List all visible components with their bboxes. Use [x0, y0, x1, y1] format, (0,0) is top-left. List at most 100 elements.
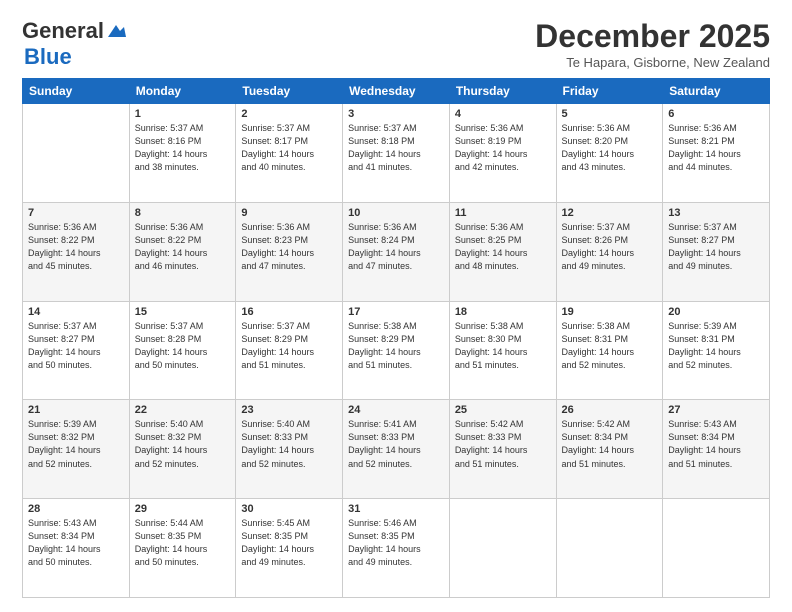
calendar-week-row: 21 Sunrise: 5:39 AM Sunset: 8:32 PM Dayli…: [23, 400, 770, 499]
table-row: 29 Sunrise: 5:44 AM Sunset: 8:35 PM Dayli…: [129, 499, 236, 598]
day-info: Sunrise: 5:36 AM Sunset: 8:23 PM Dayligh…: [241, 221, 337, 273]
table-row: 28 Sunrise: 5:43 AM Sunset: 8:34 PM Dayli…: [23, 499, 130, 598]
day-info: Sunrise: 5:37 AM Sunset: 8:26 PM Dayligh…: [562, 221, 658, 273]
day-info: Sunrise: 5:38 AM Sunset: 8:31 PM Dayligh…: [562, 320, 658, 372]
calendar-body: 1 Sunrise: 5:37 AM Sunset: 8:16 PM Daylig…: [23, 104, 770, 598]
table-row: 9Sunrise: 5:36 AM Sunset: 8:23 PM Daylig…: [236, 202, 343, 301]
table-row: 23Sunrise: 5:40 AM Sunset: 8:33 PM Dayli…: [236, 400, 343, 499]
day-info: Sunrise: 5:37 AM Sunset: 8:27 PM Dayligh…: [28, 320, 124, 372]
day-number: 26: [562, 404, 658, 416]
table-row: 12 Sunrise: 5:37 AM Sunset: 8:26 PM Dayli…: [556, 202, 663, 301]
subtitle: Te Hapara, Gisborne, New Zealand: [535, 55, 770, 70]
day-number: 1: [135, 108, 231, 120]
table-row: [23, 104, 130, 203]
day-info: Sunrise: 5:36 AM Sunset: 8:22 PM Dayligh…: [28, 221, 124, 273]
table-row: 16 Sunrise: 5:37 AM Sunset: 8:29 PM Dayli…: [236, 301, 343, 400]
day-info: Sunrise: 5:37 AM Sunset: 8:17 PM Dayligh…: [241, 122, 337, 174]
table-row: 3 Sunrise: 5:37 AM Sunset: 8:18 PM Daylig…: [343, 104, 450, 203]
table-row: 18Sunrise: 5:38 AM Sunset: 8:30 PM Dayli…: [449, 301, 556, 400]
day-info: Sunrise: 5:46 AM Sunset: 8:35 PM Dayligh…: [348, 517, 444, 569]
table-row: 4 Sunrise: 5:36 AM Sunset: 8:19 PM Daylig…: [449, 104, 556, 203]
day-number: 22: [135, 404, 231, 416]
day-info: Sunrise: 5:36 AM Sunset: 8:21 PM Dayligh…: [668, 122, 764, 174]
table-row: 25 Sunrise: 5:42 AM Sunset: 8:33 PM Dayli…: [449, 400, 556, 499]
table-row: 11 Sunrise: 5:36 AM Sunset: 8:25 PM Dayli…: [449, 202, 556, 301]
day-number: 31: [348, 503, 444, 515]
table-row: 19 Sunrise: 5:38 AM Sunset: 8:31 PM Dayli…: [556, 301, 663, 400]
day-number: 2: [241, 108, 337, 120]
page: General Blue December 2025 Te Hapara, Gi…: [0, 0, 792, 612]
day-number: 19: [562, 306, 658, 318]
day-number: 17: [348, 306, 444, 318]
day-info: Sunrise: 5:37 AM Sunset: 8:28 PM Dayligh…: [135, 320, 231, 372]
logo-blue: Blue: [24, 44, 72, 69]
day-info: Sunrise: 5:43 AM Sunset: 8:34 PM Dayligh…: [668, 418, 764, 470]
day-info: Sunrise: 5:42 AM Sunset: 8:33 PM Dayligh…: [455, 418, 551, 470]
day-info: Sunrise: 5:37 AM Sunset: 8:29 PM Dayligh…: [241, 320, 337, 372]
table-row: 22Sunrise: 5:40 AM Sunset: 8:32 PM Dayli…: [129, 400, 236, 499]
title-block: December 2025 Te Hapara, Gisborne, New Z…: [535, 18, 770, 70]
table-row: 10 Sunrise: 5:36 AM Sunset: 8:24 PM Dayli…: [343, 202, 450, 301]
table-row: 30 Sunrise: 5:45 AM Sunset: 8:35 PM Dayli…: [236, 499, 343, 598]
day-number: 21: [28, 404, 124, 416]
day-info: Sunrise: 5:37 AM Sunset: 8:18 PM Dayligh…: [348, 122, 444, 174]
day-info: Sunrise: 5:45 AM Sunset: 8:35 PM Dayligh…: [241, 517, 337, 569]
day-info: Sunrise: 5:37 AM Sunset: 8:16 PM Dayligh…: [135, 122, 231, 174]
logo: General Blue: [22, 18, 128, 70]
day-number: 4: [455, 108, 551, 120]
table-row: 13Sunrise: 5:37 AM Sunset: 8:27 PM Dayli…: [663, 202, 770, 301]
calendar-week-row: 28 Sunrise: 5:43 AM Sunset: 8:34 PM Dayli…: [23, 499, 770, 598]
table-row: 7 Sunrise: 5:36 AM Sunset: 8:22 PM Daylig…: [23, 202, 130, 301]
day-number: 15: [135, 306, 231, 318]
table-row: 31 Sunrise: 5:46 AM Sunset: 8:35 PM Dayli…: [343, 499, 450, 598]
day-info: Sunrise: 5:38 AM Sunset: 8:30 PM Dayligh…: [455, 320, 551, 372]
table-row: 15 Sunrise: 5:37 AM Sunset: 8:28 PM Dayli…: [129, 301, 236, 400]
table-row: 20 Sunrise: 5:39 AM Sunset: 8:31 PM Dayli…: [663, 301, 770, 400]
day-info: Sunrise: 5:36 AM Sunset: 8:22 PM Dayligh…: [135, 221, 231, 273]
day-info: Sunrise: 5:39 AM Sunset: 8:31 PM Dayligh…: [668, 320, 764, 372]
day-number: 25: [455, 404, 551, 416]
day-number: 30: [241, 503, 337, 515]
table-row: 17 Sunrise: 5:38 AM Sunset: 8:29 PM Dayli…: [343, 301, 450, 400]
day-info: Sunrise: 5:37 AM Sunset: 8:27 PM Dayligh…: [668, 221, 764, 273]
table-row: 8 Sunrise: 5:36 AM Sunset: 8:22 PM Daylig…: [129, 202, 236, 301]
day-info: Sunrise: 5:36 AM Sunset: 8:19 PM Dayligh…: [455, 122, 551, 174]
col-monday: Monday: [129, 79, 236, 104]
table-row: [449, 499, 556, 598]
table-row: 26Sunrise: 5:42 AM Sunset: 8:34 PM Dayli…: [556, 400, 663, 499]
day-info: Sunrise: 5:36 AM Sunset: 8:24 PM Dayligh…: [348, 221, 444, 273]
table-row: 14 Sunrise: 5:37 AM Sunset: 8:27 PM Dayli…: [23, 301, 130, 400]
calendar-header-row: Sunday Monday Tuesday Wednesday Thursday…: [23, 79, 770, 104]
col-sunday: Sunday: [23, 79, 130, 104]
day-number: 6: [668, 108, 764, 120]
day-number: 20: [668, 306, 764, 318]
day-info: Sunrise: 5:43 AM Sunset: 8:34 PM Dayligh…: [28, 517, 124, 569]
day-info: Sunrise: 5:44 AM Sunset: 8:35 PM Dayligh…: [135, 517, 231, 569]
header: General Blue December 2025 Te Hapara, Gi…: [22, 18, 770, 70]
day-number: 29: [135, 503, 231, 515]
day-number: 16: [241, 306, 337, 318]
day-number: 7: [28, 207, 124, 219]
table-row: 27Sunrise: 5:43 AM Sunset: 8:34 PM Dayli…: [663, 400, 770, 499]
logo-general: General: [22, 18, 104, 44]
day-number: 8: [135, 207, 231, 219]
col-thursday: Thursday: [449, 79, 556, 104]
col-friday: Friday: [556, 79, 663, 104]
day-info: Sunrise: 5:40 AM Sunset: 8:33 PM Dayligh…: [241, 418, 337, 470]
col-tuesday: Tuesday: [236, 79, 343, 104]
day-number: 11: [455, 207, 551, 219]
day-info: Sunrise: 5:36 AM Sunset: 8:25 PM Dayligh…: [455, 221, 551, 273]
day-info: Sunrise: 5:41 AM Sunset: 8:33 PM Dayligh…: [348, 418, 444, 470]
day-info: Sunrise: 5:39 AM Sunset: 8:32 PM Dayligh…: [28, 418, 124, 470]
day-number: 28: [28, 503, 124, 515]
day-number: 10: [348, 207, 444, 219]
day-number: 14: [28, 306, 124, 318]
day-number: 3: [348, 108, 444, 120]
calendar-week-row: 7 Sunrise: 5:36 AM Sunset: 8:22 PM Daylig…: [23, 202, 770, 301]
day-number: 12: [562, 207, 658, 219]
table-row: 6 Sunrise: 5:36 AM Sunset: 8:21 PM Daylig…: [663, 104, 770, 203]
table-row: 24Sunrise: 5:41 AM Sunset: 8:33 PM Dayli…: [343, 400, 450, 499]
table-row: 1 Sunrise: 5:37 AM Sunset: 8:16 PM Daylig…: [129, 104, 236, 203]
day-info: Sunrise: 5:38 AM Sunset: 8:29 PM Dayligh…: [348, 320, 444, 372]
calendar-week-row: 1 Sunrise: 5:37 AM Sunset: 8:16 PM Daylig…: [23, 104, 770, 203]
